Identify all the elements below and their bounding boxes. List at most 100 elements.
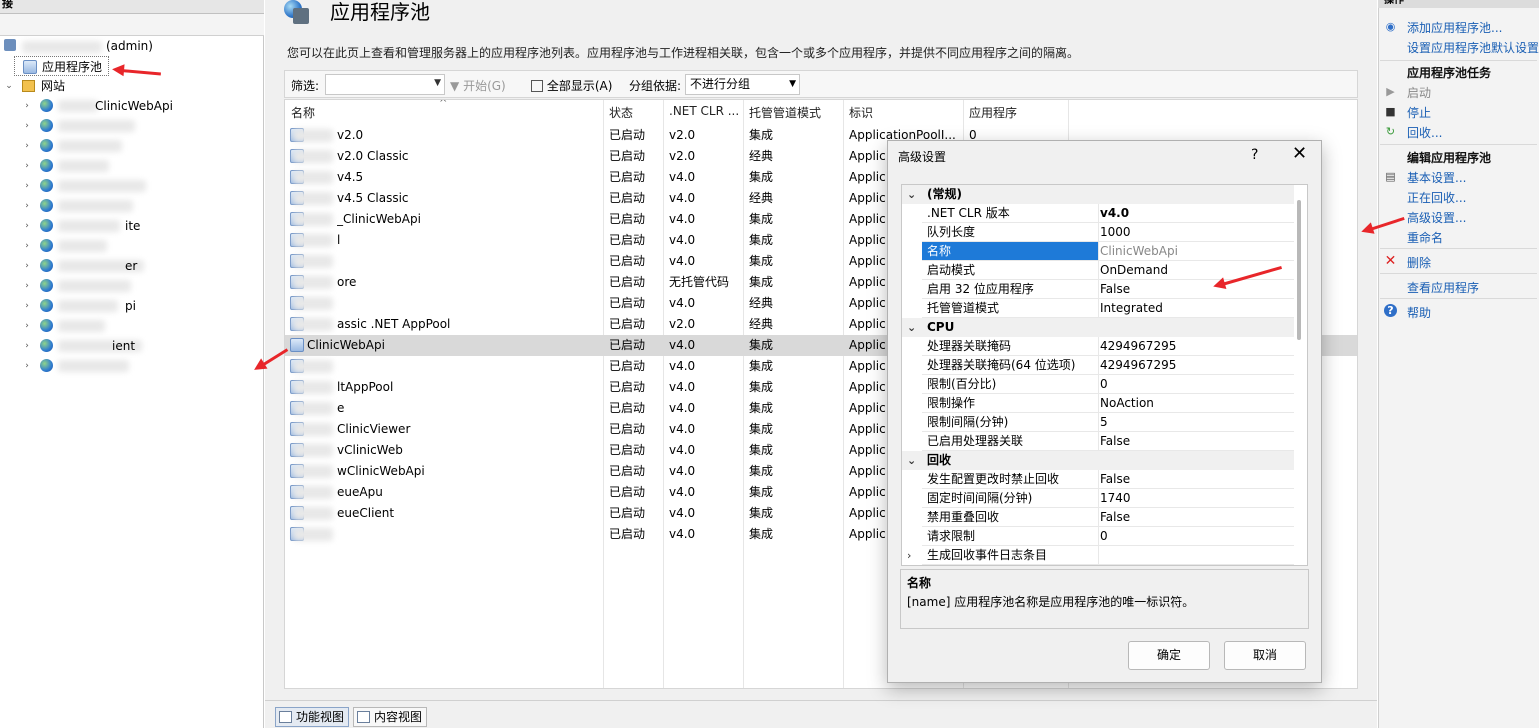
property-value[interactable]: v4.0 xyxy=(1100,204,1129,223)
property-value[interactable]: 1000 xyxy=(1100,223,1131,242)
tree-site-item[interactable]: › xyxy=(0,236,200,256)
ok-button[interactable]: 确定 xyxy=(1128,641,1210,670)
tree-site-item[interactable]: › xyxy=(0,136,200,156)
grid-scrollbar-thumb[interactable] xyxy=(1297,200,1301,340)
view-apps-link[interactable]: 查看应用程序 xyxy=(1407,279,1479,296)
property-category[interactable]: ⌄ (常规) xyxy=(902,185,1294,204)
advanced-settings-link[interactable]: 高级设置... xyxy=(1407,209,1466,226)
chevron-down-icon[interactable]: ⌄ xyxy=(907,451,916,470)
tree-site-item[interactable]: › ite xyxy=(0,216,200,236)
property-value[interactable]: NoAction xyxy=(1100,394,1154,413)
column-header[interactable]: 标识 xyxy=(849,104,873,121)
property-row[interactable]: 托管管道模式 Integrated xyxy=(902,299,1294,318)
property-row[interactable]: 启用 32 位应用程序 False xyxy=(902,280,1294,299)
property-category[interactable]: ⌄ CPU xyxy=(902,318,1294,337)
tree-site-item[interactable]: › xyxy=(0,116,200,136)
column-header[interactable]: 托管管道模式 xyxy=(749,104,821,121)
expand-icon[interactable]: › xyxy=(22,336,32,356)
property-row[interactable]: 限制间隔(分钟) 5 xyxy=(902,413,1294,432)
property-row[interactable]: 限制操作 NoAction xyxy=(902,394,1294,413)
column-header[interactable]: 应用程序 xyxy=(969,104,1017,121)
property-category[interactable]: ⌄ 回收 xyxy=(902,451,1294,470)
expand-icon[interactable]: › xyxy=(22,276,32,296)
stop-link[interactable]: 停止 xyxy=(1407,104,1431,121)
basic-settings-link[interactable]: 基本设置... xyxy=(1407,169,1466,186)
expand-icon[interactable]: › xyxy=(22,316,32,336)
group-by-dropdown-icon[interactable]: ▼ xyxy=(789,75,796,94)
chevron-down-icon[interactable]: ⌄ xyxy=(907,318,916,337)
property-row[interactable]: 请求限制 0 xyxy=(902,527,1294,546)
expand-icon[interactable]: › xyxy=(22,216,32,236)
tree-site-item[interactable]: › xyxy=(0,356,200,376)
expand-icon[interactable]: › xyxy=(22,116,32,136)
tree-sites[interactable]: ⌄ 网站 xyxy=(0,76,120,96)
property-row[interactable]: › 生成回收事件日志条目 xyxy=(902,546,1294,565)
show-all-button[interactable]: 全部显示(A) xyxy=(531,77,612,94)
property-value[interactable]: 4294967295 xyxy=(1100,337,1176,356)
property-row[interactable]: 固定时间间隔(分钟) 1740 xyxy=(902,489,1294,508)
collapse-icon[interactable]: ⌄ xyxy=(4,76,14,96)
filter-input[interactable]: ▼ xyxy=(325,74,445,95)
tree-site-item[interactable]: › xyxy=(0,156,200,176)
property-value[interactable]: 0 xyxy=(1100,375,1108,394)
recycle-link[interactable]: 回收... xyxy=(1407,124,1442,141)
property-row[interactable]: 禁用重叠回收 False xyxy=(902,508,1294,527)
tree-site-item[interactable]: › er xyxy=(0,256,200,276)
property-value[interactable]: 0 xyxy=(1100,527,1108,546)
property-value[interactable]: 1740 xyxy=(1100,489,1131,508)
property-row[interactable]: 队列长度 1000 xyxy=(902,223,1294,242)
content-view-tab[interactable]: 内容视图 xyxy=(353,707,428,727)
property-row[interactable]: 已启用处理器关联 False xyxy=(902,432,1294,451)
property-row[interactable]: 名称 ClinicWebApi xyxy=(902,242,1294,261)
delete-link[interactable]: 删除 xyxy=(1407,254,1431,271)
chevron-down-icon[interactable]: ⌄ xyxy=(907,185,916,204)
property-value[interactable]: False xyxy=(1100,432,1130,451)
expand-icon[interactable]: › xyxy=(22,236,32,256)
property-value[interactable]: OnDemand xyxy=(1100,261,1168,280)
property-row[interactable]: 处理器关联掩码(64 位选项) 4294967295 xyxy=(902,356,1294,375)
tree-site-item[interactable]: › pi xyxy=(0,296,200,316)
go-button[interactable]: ▼ 开始(G) xyxy=(450,77,506,94)
help-link[interactable]: 帮助 xyxy=(1407,304,1431,321)
tree-app-pools[interactable]: 应用程序池 xyxy=(14,56,109,76)
expand-icon[interactable]: › xyxy=(22,256,32,276)
set-defaults-link[interactable]: 设置应用程序池默认设置... xyxy=(1407,39,1539,56)
group-by-select[interactable]: 不进行分组 ▼ xyxy=(685,74,800,95)
expand-icon[interactable]: › xyxy=(22,196,32,216)
property-value[interactable]: False xyxy=(1100,508,1130,527)
column-header[interactable]: 名称 xyxy=(291,104,315,121)
tree-site-item[interactable]: › xyxy=(0,316,200,336)
column-header[interactable]: .NET CLR ... xyxy=(669,104,739,118)
tree-site-item[interactable]: › xyxy=(0,196,200,216)
property-row[interactable]: 启动模式 OnDemand xyxy=(902,261,1294,280)
filter-dropdown-icon[interactable]: ▼ xyxy=(434,78,441,88)
property-value[interactable]: 5 xyxy=(1100,413,1108,432)
tree-site-item[interactable]: › xyxy=(0,276,200,296)
expand-icon[interactable]: › xyxy=(22,296,32,316)
expand-icon[interactable]: › xyxy=(22,176,32,196)
property-row[interactable]: 处理器关联掩码 4294967295 xyxy=(902,337,1294,356)
tree-site-item[interactable]: › ClinicWebApi xyxy=(0,96,200,116)
tree-site-item[interactable]: › ient xyxy=(0,336,200,356)
expand-icon[interactable]: › xyxy=(22,96,32,116)
property-row[interactable]: 限制(百分比) 0 xyxy=(902,375,1294,394)
start-link[interactable]: 启动 xyxy=(1407,84,1431,101)
chevron-right-icon[interactable]: › xyxy=(907,546,911,565)
property-value[interactable]: 4294967295 xyxy=(1100,356,1176,375)
property-value[interactable]: False xyxy=(1100,280,1130,299)
expand-icon[interactable]: › xyxy=(22,356,32,376)
column-header[interactable]: 状态 xyxy=(609,104,633,121)
property-value[interactable]: False xyxy=(1100,470,1130,489)
property-value[interactable]: Integrated xyxy=(1100,299,1163,318)
dialog-help-button[interactable]: ? xyxy=(1251,147,1258,163)
property-row[interactable]: 发生配置更改时禁止回收 False xyxy=(902,470,1294,489)
cancel-button[interactable]: 取消 xyxy=(1224,641,1306,670)
add-pool-link[interactable]: 添加应用程序池... xyxy=(1407,19,1502,36)
property-value[interactable]: ClinicWebApi xyxy=(1100,242,1178,261)
rename-link[interactable]: 重命名 xyxy=(1407,229,1443,246)
recycling-link[interactable]: 正在回收... xyxy=(1407,189,1466,206)
dialog-close-button[interactable]: ✕ xyxy=(1292,143,1307,164)
features-view-tab[interactable]: 功能视图 xyxy=(275,707,350,727)
property-row[interactable]: .NET CLR 版本 v4.0 xyxy=(902,204,1294,223)
tree-site-item[interactable]: › xyxy=(0,176,200,196)
